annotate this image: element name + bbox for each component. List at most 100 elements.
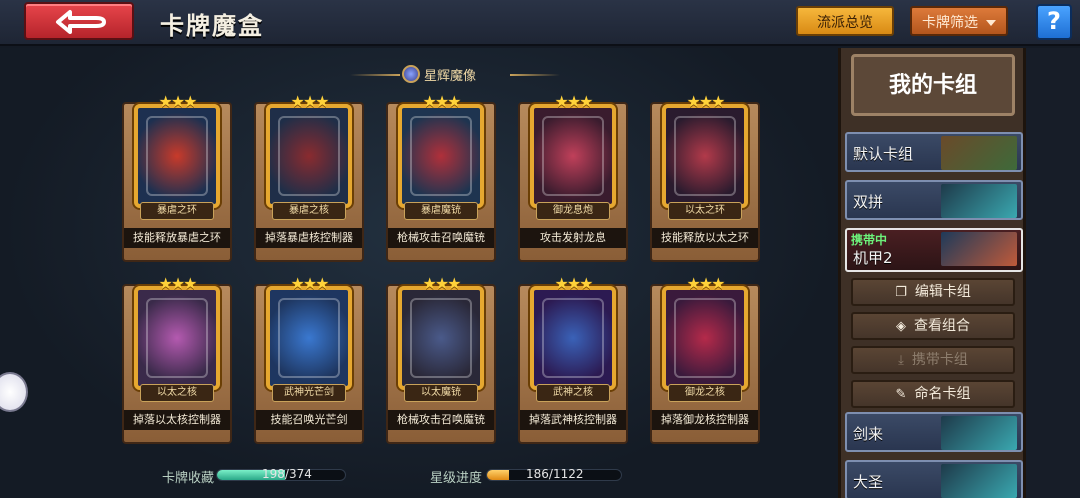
star-rating: ★★★ <box>675 274 735 293</box>
deck-item-label: 大圣 <box>853 473 884 491</box>
star-icon: ★ <box>158 92 172 111</box>
card-name: 暴虐魔铳 <box>404 202 478 220</box>
card-art-border <box>410 298 472 378</box>
carry-deck-button[interactable]: ⤓ 携带卡组 <box>851 346 1015 374</box>
star-icon: ★ <box>315 92 329 111</box>
star-icon: ★ <box>579 274 593 293</box>
star-icon: ★ <box>315 274 329 293</box>
help-button[interactable]: ? <box>1036 4 1072 40</box>
deck-item-label: 默认卡组 <box>853 145 914 163</box>
star-icon: ★ <box>290 92 304 111</box>
card[interactable]: ★★★ 以太之核 掉落以太核控制器 <box>122 274 232 446</box>
card-filter-dropdown[interactable]: 卡牌筛选 <box>910 6 1008 36</box>
card-name: 以太魔铳 <box>404 384 478 402</box>
card-name: 御龙息炮 <box>536 202 610 220</box>
card[interactable]: ★★★ 御龙之核 掉落御龙核控制器 <box>650 274 760 446</box>
card[interactable]: ★★★ 暴虐之环 技能释放暴虐之环 <box>122 92 232 264</box>
card-name: 武神光芒剑 <box>272 384 346 402</box>
card[interactable]: ★★★ 以太之环 技能释放以太之环 <box>650 92 760 264</box>
star-icon: ★ <box>686 274 700 293</box>
star-icon: ★ <box>422 92 436 111</box>
back-arrow-icon <box>56 10 106 34</box>
card-art <box>134 286 220 390</box>
card-name: 以太之核 <box>140 384 214 402</box>
edit-deck-button[interactable]: ❐ 编辑卡组 <box>851 278 1015 306</box>
star-icon: ★ <box>183 92 197 111</box>
back-button[interactable] <box>24 2 134 40</box>
view-combo-label: 查看组合 <box>914 318 970 334</box>
card[interactable]: ★★★ 暴虐之核 掉落暴虐核控制器 <box>254 92 364 264</box>
star-icon: ★ <box>554 274 568 293</box>
card-description: 枪械攻击召唤魔铳 <box>388 228 494 248</box>
card-art-border <box>278 116 340 196</box>
chevron-down-icon <box>986 20 996 26</box>
deck-item-label: 机甲2 <box>853 249 893 267</box>
star-icon: ★ <box>566 274 581 293</box>
section-divider-left <box>350 74 400 76</box>
star-icon: ★ <box>698 274 713 293</box>
golem-emblem-icon <box>402 65 420 83</box>
deck-item-label: 剑来 <box>853 425 884 443</box>
card-art <box>266 286 352 390</box>
star-rating: ★★★ <box>675 92 735 111</box>
card-name: 暴虐之核 <box>272 202 346 220</box>
card-description: 攻击发射龙息 <box>520 228 626 248</box>
deck-title: 我的卡组 <box>851 54 1015 116</box>
star-icon: ★ <box>158 274 172 293</box>
card-description: 技能释放暴虐之环 <box>124 228 230 248</box>
card[interactable]: ★★★ 武神之核 掉落武神核控制器 <box>518 274 628 446</box>
card-description: 掉落御龙核控制器 <box>652 410 758 430</box>
star-icon: ★ <box>579 92 593 111</box>
deck-item-mecha2[interactable]: 携带中 机甲2 <box>845 228 1023 272</box>
collection-value: 198/374 <box>262 467 312 481</box>
faction-overview-button[interactable]: 流派总览 <box>796 6 894 36</box>
star-rating: ★★★ <box>147 92 207 111</box>
star-rating: ★★★ <box>147 274 207 293</box>
card[interactable]: ★★★ 御龙息炮 攻击发射龙息 <box>518 92 628 264</box>
card-description: 掉落武神核控制器 <box>520 410 626 430</box>
star-icon: ★ <box>302 92 317 111</box>
star-icon: ★ <box>434 92 449 111</box>
card[interactable]: ★★★ 以太魔铳 枪械攻击召唤魔铳 <box>386 274 496 446</box>
card-art-border <box>146 298 208 378</box>
card[interactable]: ★★★ 暴虐魔铳 枪械攻击召唤魔铳 <box>386 92 496 264</box>
star-icon: ★ <box>711 92 725 111</box>
card-art <box>398 104 484 208</box>
deck-item-jianlai[interactable]: 剑来 <box>845 412 1023 452</box>
card-name: 以太之环 <box>668 202 742 220</box>
top-bar: 卡牌魔盒 流派总览 卡牌筛选 ? <box>0 0 1080 46</box>
card-filter-label: 卡牌筛选 <box>922 15 978 31</box>
collection-label: 卡牌收藏 <box>162 471 215 486</box>
card-art-border <box>146 116 208 196</box>
star-icon: ★ <box>698 92 713 111</box>
card-art <box>134 104 220 208</box>
section-header: 星辉魔像 <box>350 64 560 84</box>
edit-deck-label: 编辑卡组 <box>914 284 971 300</box>
rename-deck-button[interactable]: ✎ 命名卡组 <box>851 380 1015 408</box>
card[interactable]: ★★★ 武神光芒剑 技能召唤光芒剑 <box>254 274 364 446</box>
page-title: 卡牌魔盒 <box>160 12 264 40</box>
carrying-badge: 携带中 <box>851 233 888 247</box>
star-icon: ★ <box>554 92 568 111</box>
view-combo-button[interactable]: ◈ 查看组合 <box>851 312 1015 340</box>
section-title: 星辉魔像 <box>424 69 477 84</box>
card-description: 技能召唤光芒剑 <box>256 410 362 430</box>
card-description: 掉落暴虐核控制器 <box>256 228 362 248</box>
star-icon: ★ <box>447 92 461 111</box>
star-icon: ★ <box>170 92 185 111</box>
star-icon: ★ <box>711 274 725 293</box>
rename-deck-label: 命名卡组 <box>914 386 971 402</box>
deck-item-label: 双拼 <box>853 193 884 211</box>
star-icon: ★ <box>434 274 449 293</box>
deck-thumbnail <box>941 232 1017 266</box>
deck-thumbnail <box>941 464 1017 498</box>
star-rating: ★★★ <box>543 274 603 293</box>
deck-item-dasheng[interactable]: 大圣 <box>845 460 1023 498</box>
star-icon: ★ <box>686 92 700 111</box>
card-name: 暴虐之环 <box>140 202 214 220</box>
deck-item-default[interactable]: 默认卡组 <box>845 132 1023 172</box>
card-name: 御龙之核 <box>668 384 742 402</box>
deck-item-shuangpin[interactable]: 双拼 <box>845 180 1023 220</box>
card-art-border <box>542 298 604 378</box>
star-progress-fill <box>487 470 510 480</box>
